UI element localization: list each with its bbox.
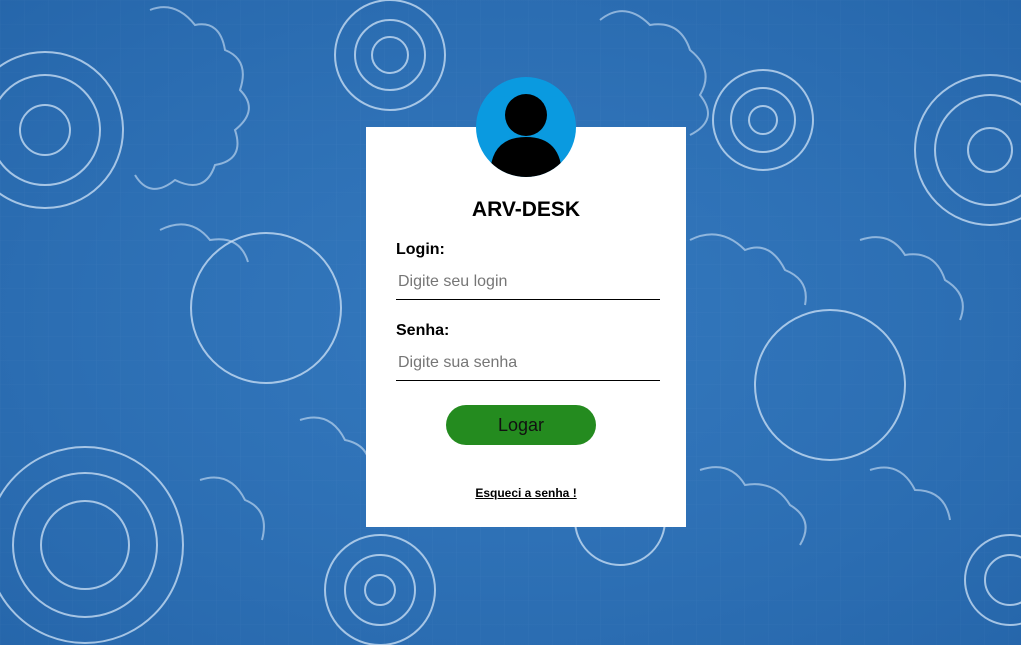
- login-label: Login:: [396, 241, 445, 258]
- password-input[interactable]: [396, 345, 660, 381]
- password-label: Senha:: [396, 322, 450, 339]
- login-card: ARV-DESK Login: Senha: Logar Esqueci a s…: [366, 127, 686, 527]
- login-button[interactable]: Logar: [446, 405, 596, 445]
- login-input[interactable]: [396, 264, 660, 300]
- user-silhouette-icon: [490, 94, 562, 177]
- user-avatar-icon: [476, 77, 576, 177]
- app-title: ARV-DESK: [471, 198, 581, 221]
- forgot-password-link[interactable]: Esqueci a senha !: [366, 486, 686, 500]
